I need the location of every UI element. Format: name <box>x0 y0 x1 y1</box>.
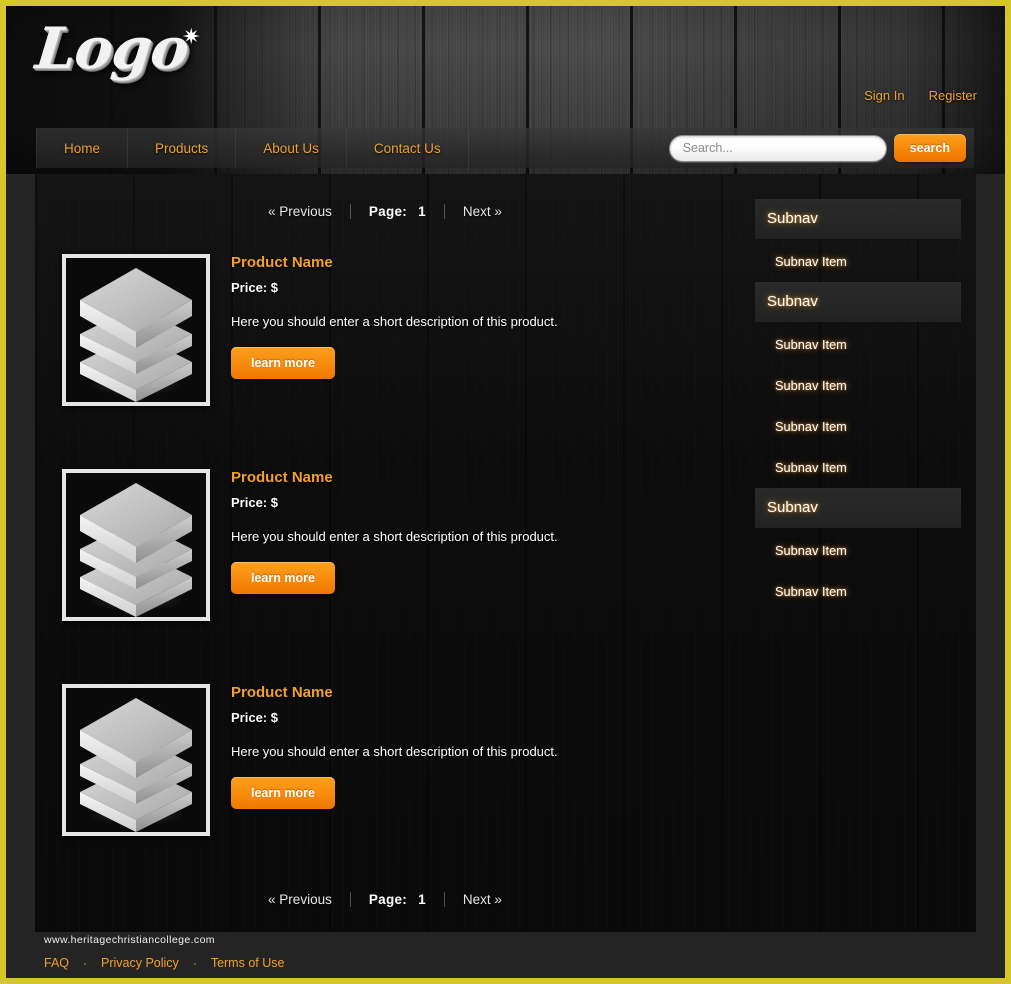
pagination-top: « Previous Page: 1 Next » <box>35 204 735 219</box>
subnav-group-header[interactable]: Subnav <box>755 282 961 322</box>
footer-link-privacy-policy[interactable]: Privacy Policy <box>101 956 179 970</box>
subnav-item[interactable]: Subnav Item <box>755 447 961 488</box>
stacked-layers-icon <box>80 268 192 402</box>
search-input[interactable] <box>668 134 887 162</box>
site-header: Logo ✷ Sign In Register Home Products Ab… <box>6 6 1005 174</box>
site-logo[interactable]: Logo ✷ <box>32 15 200 82</box>
stacked-layers-icon <box>80 698 192 832</box>
product-price: Price: $ <box>231 710 278 725</box>
subnav-sidebar: Subnav Subnav Item Subnav Subnav Item Su… <box>755 199 961 612</box>
search-area: search <box>668 134 966 162</box>
site-footer: www.heritagechristiancollege.com FAQ · P… <box>35 934 976 970</box>
subnav-item[interactable]: Subnav Item <box>755 406 961 447</box>
account-links: Sign In Register <box>864 88 977 103</box>
product-thumbnail[interactable] <box>62 254 210 406</box>
subnav-item[interactable]: Subnav Item <box>755 241 961 282</box>
learn-more-button[interactable]: learn more <box>231 777 335 809</box>
footer-link-terms-of-use[interactable]: Terms of Use <box>211 956 285 970</box>
footer-links: FAQ · Privacy Policy · Terms of Use <box>35 956 976 970</box>
product-details: Product Name Price: $ Here you should en… <box>231 469 701 594</box>
register-link[interactable]: Register <box>929 88 977 103</box>
product-details: Product Name Price: $ Here you should en… <box>231 254 701 379</box>
footer-separator: · <box>192 956 197 970</box>
subnav-item[interactable]: Subnav Item <box>755 324 961 365</box>
subnav-group-header[interactable]: Subnav <box>755 199 961 239</box>
search-button[interactable]: search <box>893 134 966 162</box>
footer-link-faq[interactable]: FAQ <box>44 956 69 970</box>
subnav-item[interactable]: Subnav Item <box>755 530 961 571</box>
logo-text: Logo <box>32 15 192 82</box>
page-frame: Logo ✷ Sign In Register Home Products Ab… <box>6 6 1005 978</box>
nav-item-products[interactable]: Products <box>128 128 237 169</box>
product-title: Product Name <box>231 684 333 701</box>
page-number: 1 <box>418 892 426 907</box>
product-details: Product Name Price: $ Here you should en… <box>231 684 701 809</box>
product-price: Price: $ <box>231 280 278 295</box>
product-thumbnail[interactable] <box>62 684 210 836</box>
sign-in-link[interactable]: Sign In <box>864 88 904 103</box>
main-navigation: Home Products About Us Contact Us search <box>36 128 974 169</box>
pagination-bottom: « Previous Page: 1 Next » <box>35 892 735 907</box>
product-title: Product Name <box>231 254 333 271</box>
footer-separator: · <box>83 956 88 970</box>
product-item: Product Name Price: $ Here you should en… <box>35 246 735 461</box>
page-indicator: Page: 1 <box>351 204 444 219</box>
subnav-item[interactable]: Subnav Item <box>755 365 961 406</box>
learn-more-button[interactable]: learn more <box>231 347 335 379</box>
page-label: Page: <box>368 892 408 907</box>
learn-more-button[interactable]: learn more <box>231 562 335 594</box>
page-number: 1 <box>418 204 426 219</box>
next-page-link[interactable]: Next » <box>445 204 520 219</box>
product-title: Product Name <box>231 469 333 486</box>
product-description: Here you should enter a short descriptio… <box>231 529 558 544</box>
stacked-layers-icon <box>80 483 192 617</box>
product-description: Here you should enter a short descriptio… <box>231 744 558 759</box>
product-thumbnail[interactable] <box>62 469 210 621</box>
product-price: Price: $ <box>231 495 278 510</box>
next-page-link[interactable]: Next » <box>445 892 520 907</box>
page-indicator: Page: 1 <box>351 892 444 907</box>
main-content-panel: « Previous Page: 1 Next » Product Name P… <box>35 174 976 932</box>
product-list: Product Name Price: $ Here you should en… <box>35 246 735 891</box>
nav-item-about-us[interactable]: About Us <box>236 128 347 169</box>
previous-page-link[interactable]: « Previous <box>250 892 350 907</box>
page-label: Page: <box>368 204 408 219</box>
nav-item-contact-us[interactable]: Contact Us <box>347 128 469 169</box>
product-item: Product Name Price: $ Here you should en… <box>35 676 735 891</box>
subnav-group-header[interactable]: Subnav <box>755 488 961 528</box>
subnav-item[interactable]: Subnav Item <box>755 571 961 612</box>
product-item: Product Name Price: $ Here you should en… <box>35 461 735 676</box>
product-description: Here you should enter a short descriptio… <box>231 314 558 329</box>
previous-page-link[interactable]: « Previous <box>250 204 350 219</box>
nav-item-home[interactable]: Home <box>36 128 129 169</box>
footer-site-url: www.heritagechristiancollege.com <box>44 934 215 946</box>
